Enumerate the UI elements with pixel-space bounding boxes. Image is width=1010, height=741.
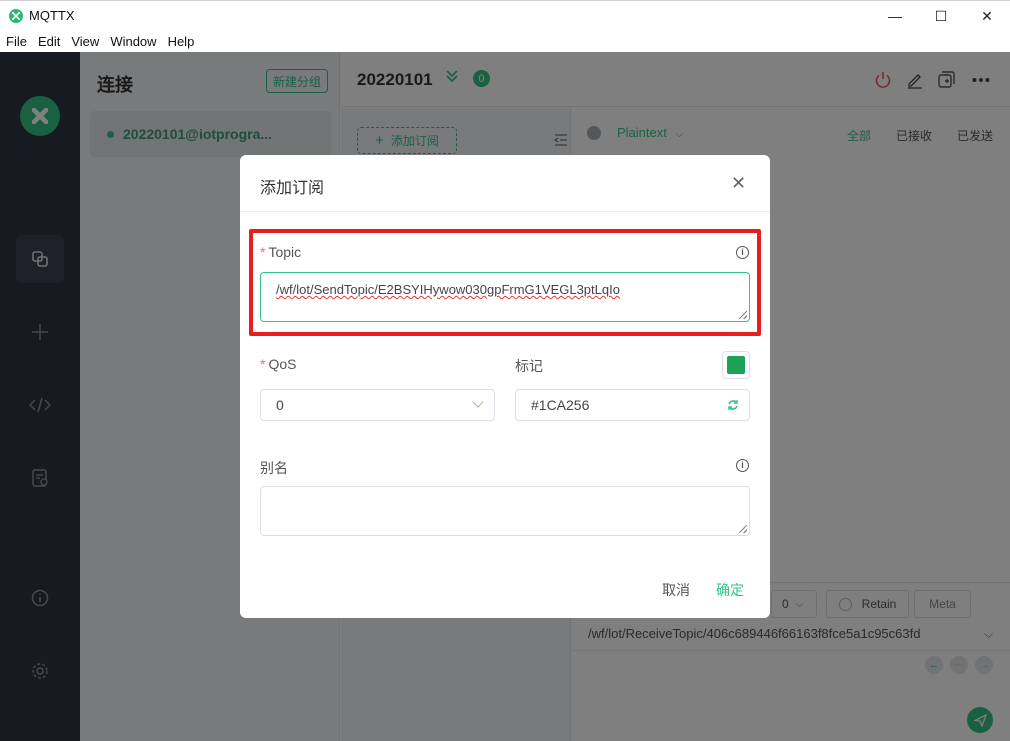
- app-title: MQTTX: [29, 8, 75, 23]
- qos-value: 0: [276, 397, 284, 413]
- minimize-button[interactable]: —: [872, 1, 918, 31]
- topic-input-value: /wf/lot/SendTopic/E2BSYIHywow030gpFrmG1V…: [276, 282, 620, 297]
- cancel-button[interactable]: 取消: [662, 580, 690, 600]
- resize-handle-icon[interactable]: [739, 525, 747, 533]
- color-value: #1CA256: [531, 397, 590, 413]
- topic-label: * Topic: [260, 244, 301, 260]
- alias-label: 别名: [260, 460, 288, 476]
- color-picker[interactable]: [722, 351, 750, 379]
- dialog-divider: [240, 211, 770, 212]
- refresh-icon[interactable]: [727, 398, 739, 414]
- title-bar: MQTTX — ☐ ✕: [0, 0, 1010, 30]
- topic-input[interactable]: /wf/lot/SendTopic/E2BSYIHywow030gpFrmG1V…: [260, 272, 750, 322]
- chevron-down-icon: [472, 396, 484, 408]
- mqttx-logo-icon: [9, 8, 23, 23]
- required-mark: *: [260, 244, 266, 260]
- required-mark: *: [260, 356, 266, 372]
- add-subscription-dialog: 添加订阅 ✕ * Topic i /wf/lot/SendTopic/E2BSYI…: [240, 155, 770, 618]
- info-icon[interactable]: i: [736, 246, 749, 259]
- maximize-button[interactable]: ☐: [918, 1, 964, 31]
- menu-help[interactable]: Help: [162, 34, 200, 49]
- menu-view[interactable]: View: [65, 34, 104, 49]
- menu-edit[interactable]: Edit: [32, 34, 65, 49]
- qos-label: * QoS: [260, 356, 296, 372]
- color-label: 标记: [515, 358, 543, 374]
- confirm-button[interactable]: 确定: [716, 580, 744, 600]
- dialog-title: 添加订阅: [260, 180, 325, 197]
- topic-label-text: Topic: [268, 244, 302, 260]
- resize-handle-icon[interactable]: [739, 311, 747, 319]
- menu-window[interactable]: Window: [104, 34, 161, 49]
- color-swatch: [727, 356, 745, 374]
- color-input[interactable]: #1CA256: [515, 389, 750, 421]
- close-window-button[interactable]: ✕: [964, 1, 1010, 31]
- info-icon[interactable]: i: [736, 459, 749, 472]
- qos-label-text: QoS: [268, 356, 297, 372]
- window-controls: — ☐ ✕: [872, 1, 1010, 31]
- qos-select[interactable]: 0: [260, 389, 495, 421]
- menu-bar: File Edit View Window Help: [0, 30, 1010, 52]
- close-icon[interactable]: ✕: [731, 173, 746, 194]
- alias-input[interactable]: [260, 486, 750, 536]
- menu-file[interactable]: File: [0, 34, 32, 49]
